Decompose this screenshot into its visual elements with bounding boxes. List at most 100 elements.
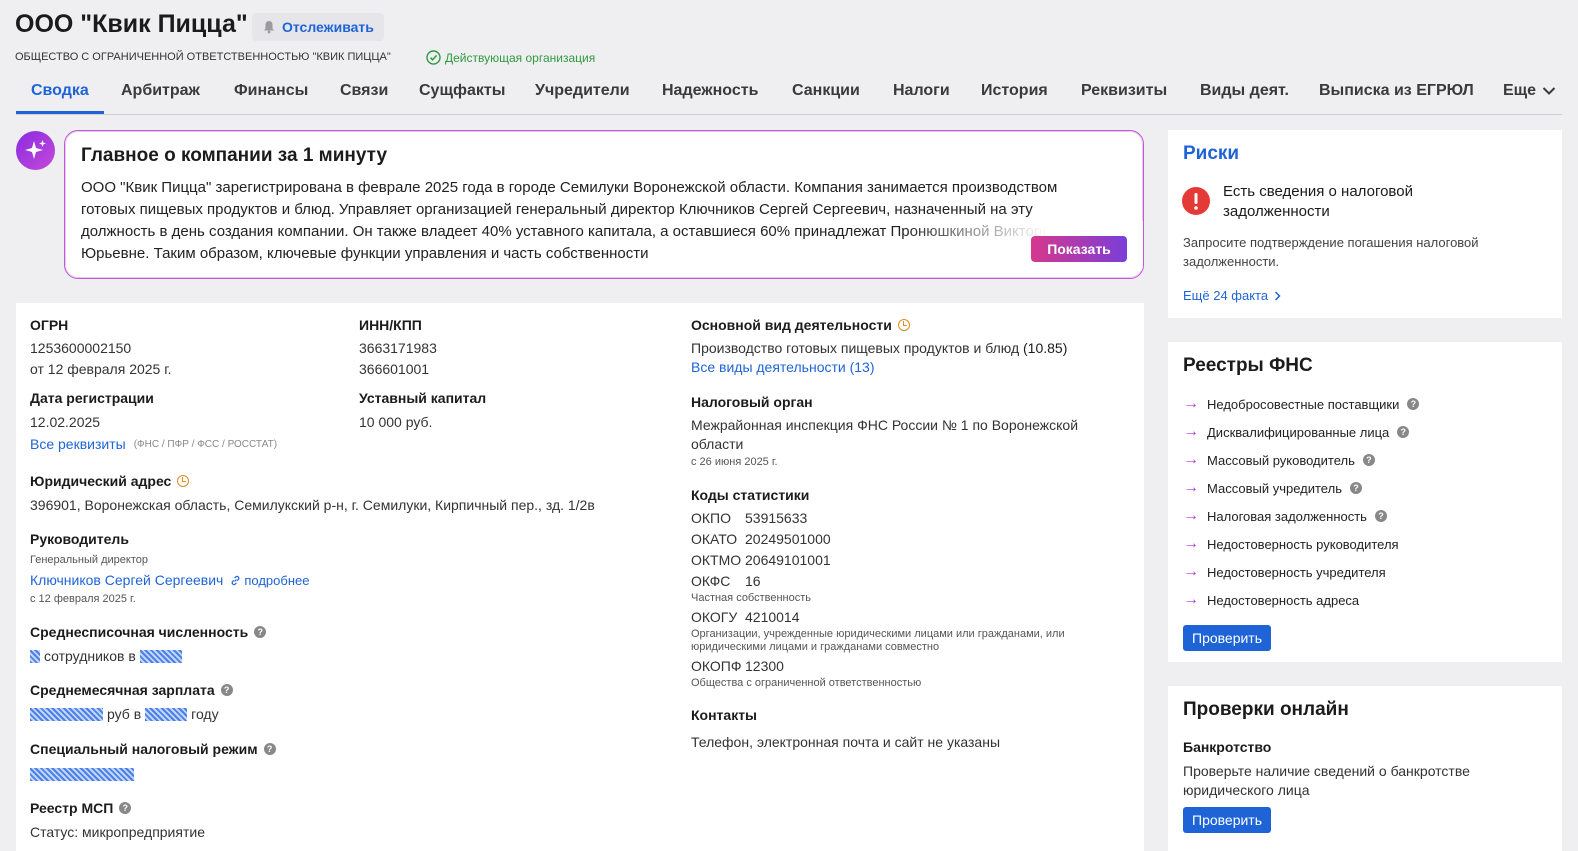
salary-value: руб в году (30, 706, 219, 722)
risk-alert-line1: Есть сведения о налоговой (1223, 183, 1413, 200)
okopf-note: Общества с ограниченной ответственностью (691, 677, 922, 689)
all-requisites-row: Все реквизиты (ФНС / ПФР / ФСС / РОССТАТ… (30, 436, 277, 452)
staff-value: сотрудников в (30, 648, 182, 664)
registry-item[interactable]: → Недостоверность учредителя (1183, 563, 1386, 581)
ai-sparkle-icon (16, 131, 55, 170)
registry-item-label: Недобросовестные поставщики (1207, 396, 1400, 412)
tab-taxes[interactable]: Налоги (893, 82, 950, 100)
help-icon[interactable]: ? (220, 684, 233, 696)
oktmo-value: 20649101001 (745, 552, 831, 568)
registry-item[interactable]: → Дисквалифицированные лица? (1183, 423, 1410, 441)
registry-item-label: Налоговая задолженность (1207, 508, 1367, 524)
tab-activities[interactable]: Виды деят. (1200, 82, 1289, 100)
arrow-right-icon: → (1183, 423, 1199, 440)
head-more-label: подробнее (244, 572, 310, 588)
help-icon[interactable]: ? (263, 743, 276, 755)
help-icon[interactable]: ? (1362, 454, 1375, 466)
risks-title[interactable]: Риски (1183, 143, 1239, 165)
tab-finance[interactable]: Финансы (234, 82, 308, 100)
msp-label-text: Реестр МСП (30, 800, 114, 816)
registry-item[interactable]: → Массовый учредитель? (1183, 479, 1362, 497)
all-requisites-link[interactable]: Все реквизиты (30, 436, 126, 452)
arrow-right-icon: → (1183, 451, 1199, 468)
risk-alert-line2: задолженности (1223, 203, 1330, 220)
registry-item[interactable]: → Налоговая задолженность? (1183, 507, 1387, 525)
help-icon[interactable]: ? (254, 626, 267, 638)
chevron-right-icon (1275, 290, 1281, 301)
salary-label-text: Среднемесячная зарплата (30, 682, 215, 698)
bankruptcy-desc-1: Проверьте наличие сведений о банкротстве (1183, 763, 1470, 779)
check-registries-button[interactable]: Проверить (1183, 625, 1272, 651)
head-label: Руководитель (30, 531, 129, 547)
okogu-key: ОКОГУ (691, 609, 738, 625)
chevron-down-icon (1542, 87, 1556, 95)
registry-item-label: Массовый учредитель (1207, 480, 1342, 496)
tax-authority-date: с 26 июня 2025 г. (691, 456, 778, 468)
head-name-link[interactable]: Ключников Сергей Сергеевич (30, 572, 223, 588)
requisites-note: (ФНС / ПФР / ФСС / РОССТАТ) (133, 438, 278, 450)
activity-label-text: Основной вид деятельности (691, 317, 892, 333)
registry-item-label: Недостоверность адреса (1207, 592, 1360, 608)
capital-value: 10 000 руб. (359, 414, 433, 430)
check-bankruptcy-button[interactable]: Проверить (1183, 807, 1272, 833)
help-icon[interactable]: ? (1397, 426, 1410, 438)
tab-requisites[interactable]: Реквизиты (1081, 82, 1167, 100)
hidden-value (30, 767, 134, 781)
registry-item[interactable]: → Недостоверность адреса (1183, 591, 1359, 609)
hidden-value (139, 649, 182, 663)
tax-authority-label: Налоговый орган (691, 394, 813, 410)
check-circle-icon (426, 50, 441, 65)
ai-summary-card: Главное о компании за 1 минуту ООО "Квик… (64, 130, 1144, 279)
summary-title: Главное о компании за 1 минуту (81, 145, 388, 166)
tab-history[interactable]: История (981, 82, 1048, 100)
risks-more-link[interactable]: Ещё 24 факта (1183, 288, 1281, 303)
okpo-value: 53915633 (745, 510, 808, 526)
help-icon[interactable]: ? (119, 802, 132, 814)
online-checks-card: Проверки онлайн Банкротство Проверьте на… (1168, 686, 1562, 851)
alert-icon (1182, 187, 1210, 215)
tab-more[interactable]: Еще (1503, 82, 1556, 100)
staff-label: Среднесписочная численность ? (30, 624, 267, 640)
activity-text: Производство готовых пищевых продуктов и… (691, 340, 1020, 356)
status-badge: Действующая организация (426, 50, 595, 65)
tab-arbitration[interactable]: Арбитраж (121, 82, 200, 100)
registry-item[interactable]: → Недостоверность руководителя (1183, 535, 1399, 553)
tab-sanctions[interactable]: Санкции (792, 82, 860, 100)
tab-links[interactable]: Связи (340, 82, 388, 100)
salary-text-2: году (191, 706, 219, 722)
registry-item[interactable]: → Недобросовестные поставщики? (1183, 395, 1420, 413)
address-label: Юридический адрес (30, 473, 190, 489)
online-title: Проверки онлайн (1183, 699, 1349, 720)
contacts-value: Телефон, электронная почта и сайт не ука… (691, 734, 1001, 750)
show-more-button[interactable]: Показать (1031, 236, 1127, 262)
help-icon[interactable]: ? (1349, 482, 1362, 494)
follow-button[interactable]: Отслеживать (252, 13, 384, 41)
capital-label: Уставный капитал (359, 390, 487, 406)
help-icon[interactable]: ? (1374, 510, 1387, 522)
address-value: 396901, Воронежская область, Семилукский… (30, 497, 595, 513)
registry-item[interactable]: → Массовый руководитель? (1183, 451, 1375, 469)
registries-title: Реестры ФНС (1183, 355, 1313, 376)
arrow-right-icon: → (1183, 395, 1199, 412)
tab-egrul[interactable]: Выписка из ЕГРЮЛ (1319, 82, 1474, 100)
tab-facts[interactable]: Сущфакты (419, 82, 505, 100)
bankruptcy-label: Банкротство (1183, 739, 1272, 755)
tax-authority-line2: области (691, 436, 744, 452)
risk-desc-line1: Запросите подтверждение погашения налого… (1183, 235, 1479, 250)
ogrn-value: 1253600002150 (30, 340, 132, 356)
ogrn-date: от 12 февраля 2025 г. (30, 361, 172, 377)
tab-reliability[interactable]: Надежность (662, 82, 758, 100)
salary-text-1: руб в (107, 706, 142, 722)
activity-value: Производство готовых пищевых продуктов и… (691, 340, 1067, 356)
okogu-value: 4210014 (745, 609, 800, 625)
tab-founders[interactable]: Учредители (535, 82, 630, 100)
activity-label: Основной вид деятельности (691, 317, 910, 333)
help-icon[interactable]: ? (1407, 398, 1420, 410)
contacts-label: Контакты (691, 707, 758, 723)
arrow-right-icon: → (1183, 591, 1199, 608)
head-more-link[interactable]: подробнее (230, 573, 309, 588)
kpp-value: 366601001 (359, 361, 430, 377)
registry-item-label: Недостоверность руководителя (1207, 536, 1399, 552)
tab-summary[interactable]: Сводка (31, 82, 89, 100)
all-activities-link[interactable]: Все виды деятельности (13) (691, 359, 875, 375)
